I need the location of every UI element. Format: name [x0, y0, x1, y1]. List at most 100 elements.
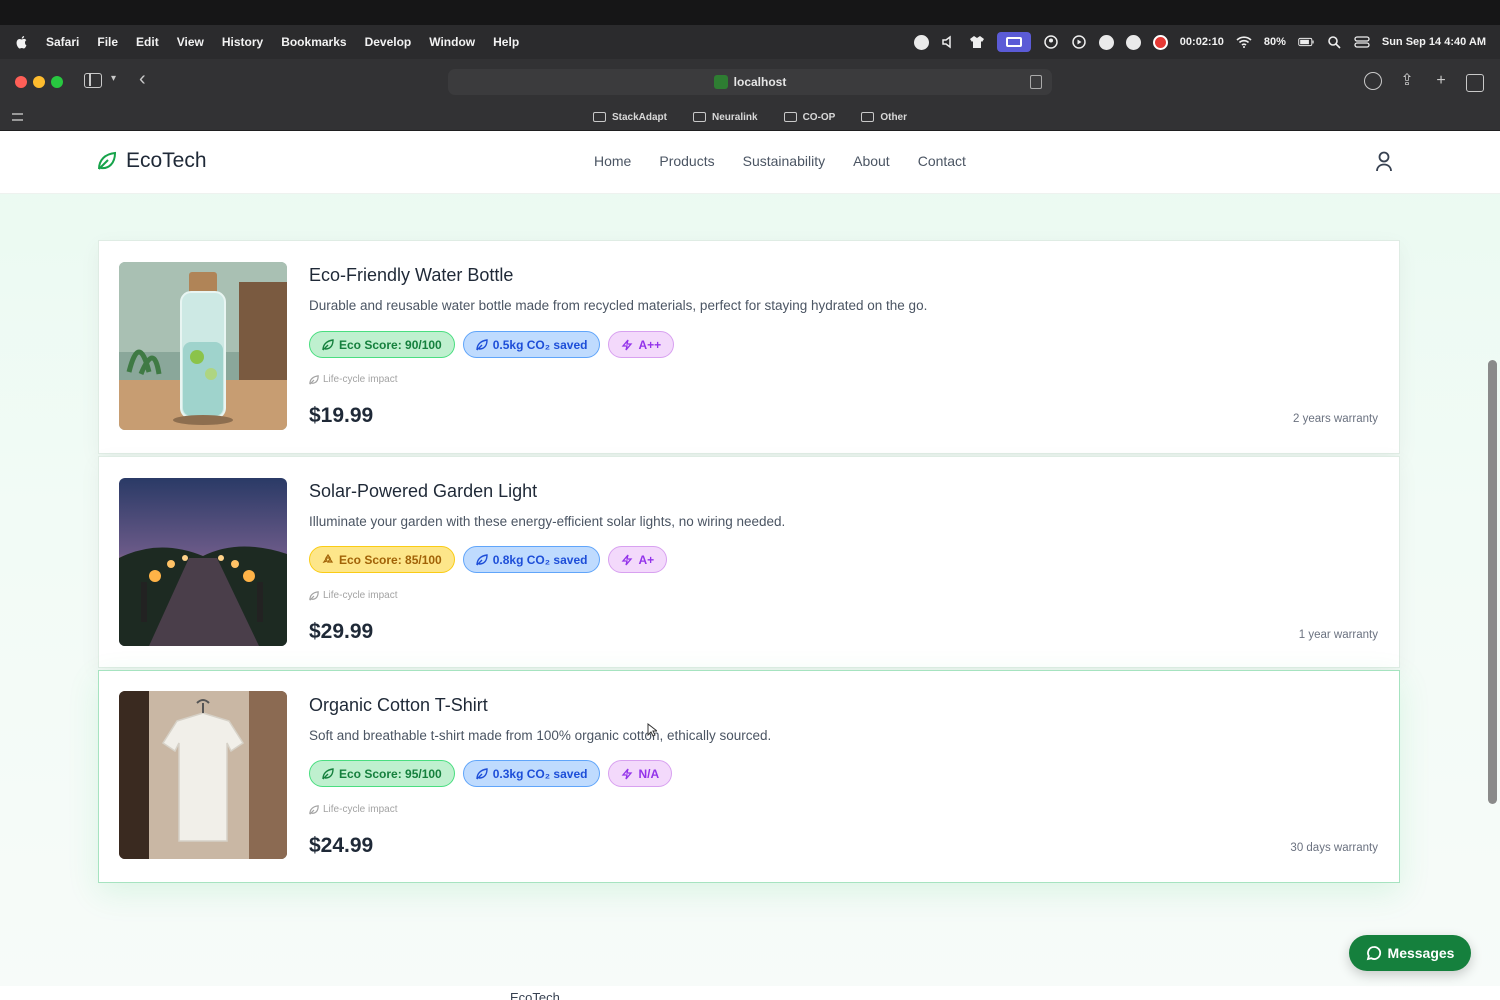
messages-button[interactable]: Messages	[1349, 935, 1471, 971]
close-window-button[interactable]	[15, 76, 27, 88]
product-badges: Eco Score: 85/100 0.8kg CO₂ saved A+	[309, 546, 668, 573]
minimize-window-button[interactable]	[33, 76, 45, 88]
menu-develop[interactable]: Develop	[365, 35, 412, 49]
lifecycle-text: Life-cycle impact	[323, 590, 398, 601]
product-description: Durable and reusable water bottle made f…	[309, 298, 928, 313]
site-header: EcoTech Home Products Sustainability Abo…	[0, 131, 1500, 194]
account-icon[interactable]	[1043, 34, 1059, 50]
menu-bookmarks[interactable]: Bookmarks	[281, 35, 346, 49]
leaf-icon	[476, 767, 488, 779]
audio-icon[interactable]	[941, 34, 957, 50]
nav-home[interactable]: Home	[594, 153, 631, 169]
menu-help[interactable]: Help	[493, 35, 519, 49]
user-icon[interactable]	[1375, 151, 1393, 173]
wifi-icon[interactable]	[1236, 34, 1252, 50]
folder-icon	[592, 112, 606, 122]
lifecycle-impact-link[interactable]: Life-cycle impact	[309, 804, 397, 815]
product-price: $24.99	[309, 834, 374, 857]
eco-score-text: Eco Score: 95/100	[339, 766, 442, 781]
battery-icon[interactable]	[1298, 34, 1314, 50]
bookmark-folder-other[interactable]: Other	[861, 107, 907, 127]
lightning-icon	[622, 768, 633, 779]
product-price: $19.99	[309, 404, 374, 427]
site-logo[interactable]: EcoTech	[96, 149, 207, 173]
shirt-icon[interactable]	[969, 34, 985, 50]
record-status-icon[interactable]	[1125, 34, 1141, 50]
menu-app-name[interactable]: Safari	[46, 35, 79, 49]
product-price: $29.99	[309, 620, 374, 643]
folder-icon	[692, 112, 706, 122]
menu-history[interactable]: History	[222, 35, 263, 49]
leaf-icon	[98, 151, 117, 170]
address-bar[interactable]: localhost	[448, 69, 1052, 95]
recording-icon[interactable]	[1152, 34, 1168, 50]
product-warranty: 1 year warranty	[1298, 629, 1378, 641]
downloads-icon[interactable]	[1364, 72, 1382, 90]
apple-icon[interactable]	[14, 34, 30, 50]
nav-products[interactable]: Products	[659, 153, 714, 169]
product-warranty: 2 years warranty	[1292, 413, 1378, 425]
back-arrow-icon[interactable]: ‹	[139, 69, 146, 89]
product-card[interactable]: Eco-Friendly Water Bottle Durable and re…	[98, 240, 1400, 454]
leaf-icon	[476, 553, 488, 565]
new-tab-icon[interactable]: +	[1432, 72, 1450, 90]
product-card[interactable]: Organic Cotton T-Shirt Soft and breathab…	[98, 670, 1400, 883]
product-image-water-bottle	[119, 262, 287, 430]
site-favicon-icon	[713, 75, 728, 89]
energy-rating-badge: A+	[608, 546, 668, 573]
eco-score-text: Eco Score: 85/100	[339, 552, 442, 567]
status-app-icon[interactable]	[913, 34, 929, 50]
bookmark-folder-coop[interactable]: CO-OP	[783, 107, 835, 127]
sidebar-toggle-icon[interactable]	[84, 73, 102, 88]
bookmark-label: Other	[880, 111, 908, 123]
chevron-down-icon[interactable]: ▾	[111, 73, 116, 84]
tab-overview-icon[interactable]	[1466, 74, 1484, 92]
product-title[interactable]: Organic Cotton T-Shirt	[309, 695, 488, 716]
leaf-icon	[322, 338, 334, 350]
recording-timer: 00:02:10	[1179, 36, 1224, 48]
play-icon[interactable]	[1071, 34, 1087, 50]
bookmark-label: StackAdapt	[611, 111, 667, 123]
leaf-icon	[309, 374, 319, 385]
menu-file[interactable]: File	[97, 35, 118, 49]
lifecycle-text: Life-cycle impact	[323, 374, 398, 385]
menubar-clock[interactable]: Sun Sep 14 4:40 AM	[1382, 36, 1486, 48]
screen-share-icon[interactable]	[996, 32, 1031, 52]
energy-rating-text: A++	[638, 337, 662, 352]
energy-rating-text: N/A	[638, 766, 660, 781]
bookmark-folder-stackadapt[interactable]: StackAdapt	[592, 107, 667, 127]
lifecycle-impact-link[interactable]: Life-cycle impact	[309, 590, 397, 601]
chat-bubble-icon	[1366, 946, 1381, 961]
maximize-window-button[interactable]	[51, 76, 63, 88]
menu-window[interactable]: Window	[429, 35, 475, 49]
product-title[interactable]: Solar-Powered Garden Light	[309, 481, 537, 502]
bookmark-folder-neuralink[interactable]: Neuralink	[692, 107, 758, 127]
nav-about[interactable]: About	[853, 153, 890, 169]
page-scrollbar[interactable]	[1488, 360, 1497, 804]
menu-edit[interactable]: Edit	[136, 35, 159, 49]
co2-saved-badge: 0.5kg CO₂ saved	[462, 331, 601, 358]
folder-icon	[783, 112, 797, 122]
share-icon[interactable]: ⇪	[1398, 72, 1416, 90]
nav-sustainability[interactable]: Sustainability	[743, 153, 826, 169]
reader-mode-icon[interactable]	[1030, 75, 1042, 89]
compass-icon[interactable]	[1098, 34, 1114, 50]
lifecycle-impact-link[interactable]: Life-cycle impact	[309, 374, 397, 385]
menu-view[interactable]: View	[177, 35, 204, 49]
window-controls	[15, 76, 63, 88]
leaf-icon	[309, 590, 319, 601]
main-nav: Home Products Sustainability About Conta…	[594, 153, 966, 169]
leaf-icon	[322, 767, 334, 779]
eco-score-text: Eco Score: 90/100	[339, 337, 442, 352]
messages-button-label: Messages	[1387, 945, 1455, 961]
eco-score-badge: Eco Score: 90/100	[309, 331, 455, 358]
spotlight-search-icon[interactable]	[1326, 34, 1342, 50]
product-card[interactable]: Solar-Powered Garden Light Illuminate yo…	[98, 456, 1400, 668]
energy-rating-text: A+	[638, 552, 655, 567]
product-image-garden-light	[119, 478, 287, 646]
toolbar-actions: ⇪ +	[1364, 72, 1484, 92]
product-title[interactable]: Eco-Friendly Water Bottle	[309, 265, 513, 286]
macos-menu-bar: Safari File Edit View History Bookmarks …	[0, 25, 1500, 59]
control-center-icon[interactable]	[1354, 34, 1370, 50]
nav-contact[interactable]: Contact	[918, 153, 966, 169]
